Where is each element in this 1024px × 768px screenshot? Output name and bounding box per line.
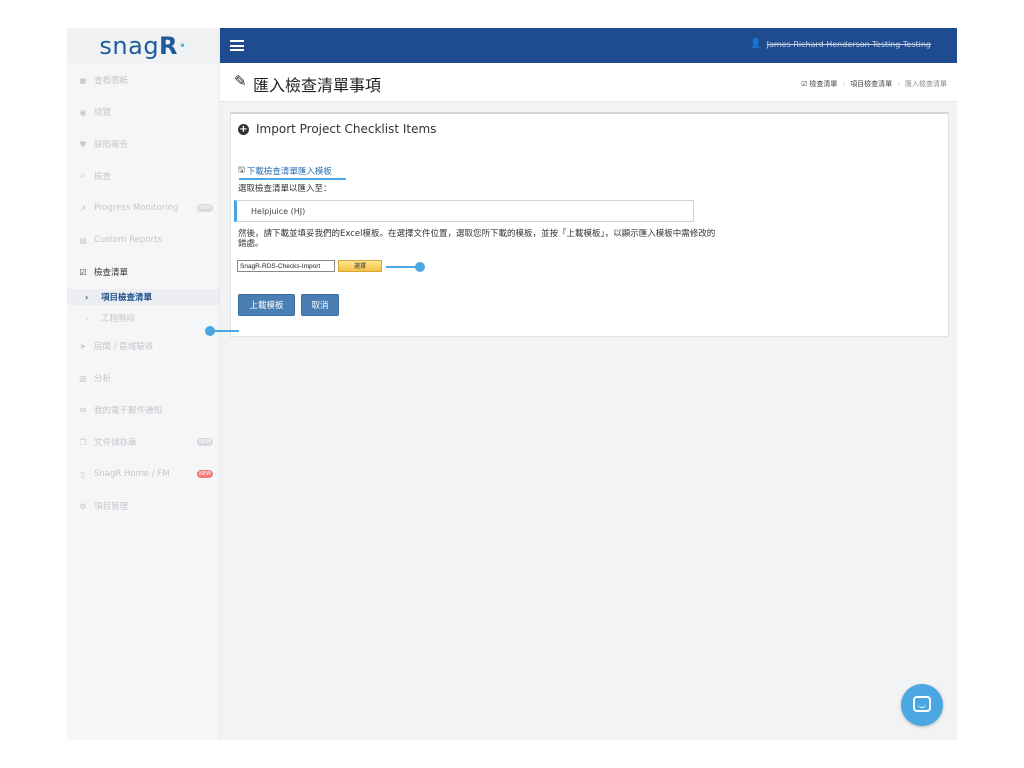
download-link-highlight bbox=[239, 178, 346, 180]
sidebar-item-label: 查看圖紙 bbox=[94, 76, 129, 86]
logo-dot: • bbox=[179, 38, 187, 53]
dashboard-icon: ◉ bbox=[79, 107, 87, 117]
file-icon: ▯ bbox=[80, 469, 86, 479]
callout-dot bbox=[205, 326, 215, 336]
sidebar-item-label: SnagR Home / FM bbox=[94, 469, 170, 479]
logo-text: snag bbox=[99, 31, 160, 60]
cancel-button[interactable]: 取消 bbox=[301, 294, 339, 316]
envelope-icon: ✉ bbox=[79, 405, 87, 415]
breadcrumb-checklists[interactable]: 檢查清單 bbox=[809, 79, 837, 89]
sidebar-item-label: 房間 / 區域驗收 bbox=[94, 342, 154, 352]
snagr-logo[interactable]: snag R • bbox=[67, 28, 219, 63]
upload-template-button[interactable]: 上載模板 bbox=[238, 294, 295, 316]
download-template-link[interactable]: 下載檢查清單匯入模板 bbox=[247, 165, 332, 177]
sidebar-item-label: 文件儲存庫 bbox=[94, 438, 137, 448]
sidebar: snag R • ▣ 查看圖紙 ◉ 總覽 ♥ 缺陷報告 ⌕ 檢查 ↗ Progress Monitor… bbox=[67, 28, 220, 740]
magic-wand-icon: ✎ bbox=[234, 72, 247, 90]
sidebar-item[interactable]: ⚙ 項目管理 bbox=[67, 496, 219, 516]
sidebar-item-label: 檢查 bbox=[94, 172, 112, 182]
sidebar-item-label: Progress Monitoring bbox=[94, 203, 179, 213]
breadcrumb: ☑ 檢查清單 › 項目檢查清單 › 匯入檢查清單 bbox=[801, 79, 947, 89]
breadcrumb-project-checklists[interactable]: 項目檢查清單 bbox=[850, 79, 892, 89]
sidebar-item-label: 分析 bbox=[94, 374, 112, 384]
new-badge: NEW bbox=[197, 470, 213, 478]
sidebar-item-label: 缺陷報告 bbox=[94, 140, 129, 150]
breadcrumb-separator: › bbox=[842, 80, 846, 88]
top-navbar: 👤 James Richard Henderson Testing Testin… bbox=[220, 28, 957, 63]
user-name: James Richard Henderson Testing Testing bbox=[766, 39, 931, 49]
hamburger-menu-icon[interactable] bbox=[230, 40, 244, 51]
copy-icon: ❐ bbox=[79, 437, 87, 447]
checklist-select[interactable]: Helpjuice (HJ) bbox=[234, 200, 694, 222]
page-title: 匯入檢查清單事項 bbox=[253, 76, 382, 95]
logo-accent: R bbox=[159, 31, 179, 60]
file-name-field[interactable]: SnagR-RDS-Checks-Import bbox=[237, 260, 335, 272]
gears-icon: ⚙ bbox=[79, 501, 87, 511]
sidebar-item-label: 檢查清單 bbox=[94, 268, 129, 278]
callout-dot bbox=[415, 262, 425, 272]
sidebar-subitem[interactable]: › 工程階段 bbox=[67, 310, 219, 326]
file-chooser: SnagR-RDS-Checks-Import 選擇 bbox=[237, 260, 425, 272]
sidebar-item-label: 項目管理 bbox=[94, 502, 129, 512]
chevron-right-icon: › bbox=[85, 292, 89, 302]
chat-launcher-button[interactable] bbox=[901, 684, 943, 726]
sidebar-item[interactable]: ❐ 文件儲存庫 NEW bbox=[67, 432, 219, 452]
sidebar-item[interactable]: ♥ 缺陷報告 bbox=[67, 134, 219, 154]
breadcrumb-check-icon: ☑ bbox=[801, 80, 808, 88]
floppy-disk-icon: 🖫 bbox=[238, 165, 245, 174]
new-badge: NEW bbox=[197, 438, 213, 446]
bar-chart-icon: ▥ bbox=[79, 373, 87, 383]
select-checklist-label: 選取檢查清單以匯入至： bbox=[238, 184, 332, 194]
sidebar-item[interactable]: ☑ 檢查清單 bbox=[67, 262, 219, 282]
page-header: ✎ 匯入檢查清單事項 ☑ 檢查清單 › 項目檢查清單 › 匯入檢查清單 bbox=[220, 63, 957, 102]
panel-title: + Import Project Checklist Items bbox=[238, 122, 436, 136]
sidebar-item[interactable]: ✉ 我的電子郵件通知 bbox=[67, 400, 219, 420]
user-menu[interactable]: 👤 James Richard Henderson Testing Testin… bbox=[750, 39, 931, 49]
map-marker-icon: ♥ bbox=[79, 139, 87, 149]
sidebar-item[interactable]: ▥ 分析 bbox=[67, 368, 219, 388]
sidebar-subitem-label: 項目檢查清單 bbox=[101, 293, 153, 303]
sidebar-item[interactable]: ▯ SnagR Home / FM NEW bbox=[67, 464, 219, 484]
chat-bubble-icon bbox=[913, 696, 931, 712]
sidebar-item-label: 我的電子郵件通知 bbox=[94, 406, 163, 416]
download-template: 🖫 下載檢查清單匯入模板 bbox=[238, 164, 332, 178]
breadcrumb-separator: › bbox=[897, 80, 900, 88]
sidebar-item[interactable]: ▣ 查看圖紙 bbox=[67, 70, 219, 90]
search-icon: ⌕ bbox=[80, 171, 86, 180]
instructions-text: 然後，請下載並填妥我們的Excel模板。在選擇文件位置，選取您所下載的模板，並按… bbox=[238, 229, 716, 249]
panel-title-text: Import Project Checklist Items bbox=[256, 122, 437, 136]
callout-line bbox=[386, 266, 418, 268]
new-badge: NEW bbox=[197, 204, 213, 212]
sidebar-item[interactable]: ⌕ 檢查 bbox=[67, 166, 219, 186]
sidebar-item-label: 總覽 bbox=[94, 108, 112, 118]
send-icon: ➤ bbox=[79, 341, 87, 351]
sidebar-subitem-label: 工程階段 bbox=[101, 314, 136, 324]
sidebar-item[interactable]: ◉ 總覽 bbox=[67, 102, 219, 122]
sidebar-item[interactable]: ↗ Progress Monitoring NEW bbox=[67, 198, 219, 218]
plus-circle-icon: + bbox=[238, 123, 249, 135]
breadcrumb-current: 匯入檢查清單 bbox=[905, 80, 947, 88]
checkbox-icon: ☑ bbox=[79, 267, 87, 277]
document-icon: ▤ bbox=[79, 235, 87, 245]
sidebar-item[interactable]: ▤ Custom Reports bbox=[67, 230, 219, 250]
sidebar-item-label: Custom Reports bbox=[94, 235, 162, 245]
app-frame: snag R • ▣ 查看圖紙 ◉ 總覽 ♥ 缺陷報告 ⌕ 檢查 ↗ Progress Monitor… bbox=[67, 28, 957, 740]
chart-line-icon: ↗ bbox=[79, 203, 87, 213]
import-panel: + Import Project Checklist Items 🖫 下載檢查清… bbox=[230, 112, 949, 337]
sidebar-item[interactable]: ➤ 房間 / 區域驗收 bbox=[67, 336, 219, 356]
image-icon: ▣ bbox=[79, 75, 87, 85]
chevron-right-icon: › bbox=[85, 313, 89, 323]
user-icon: 👤 bbox=[750, 39, 762, 49]
choose-file-button[interactable]: 選擇 bbox=[338, 260, 382, 272]
sidebar-subitem[interactable]: › 項目檢查清單 bbox=[67, 289, 219, 305]
